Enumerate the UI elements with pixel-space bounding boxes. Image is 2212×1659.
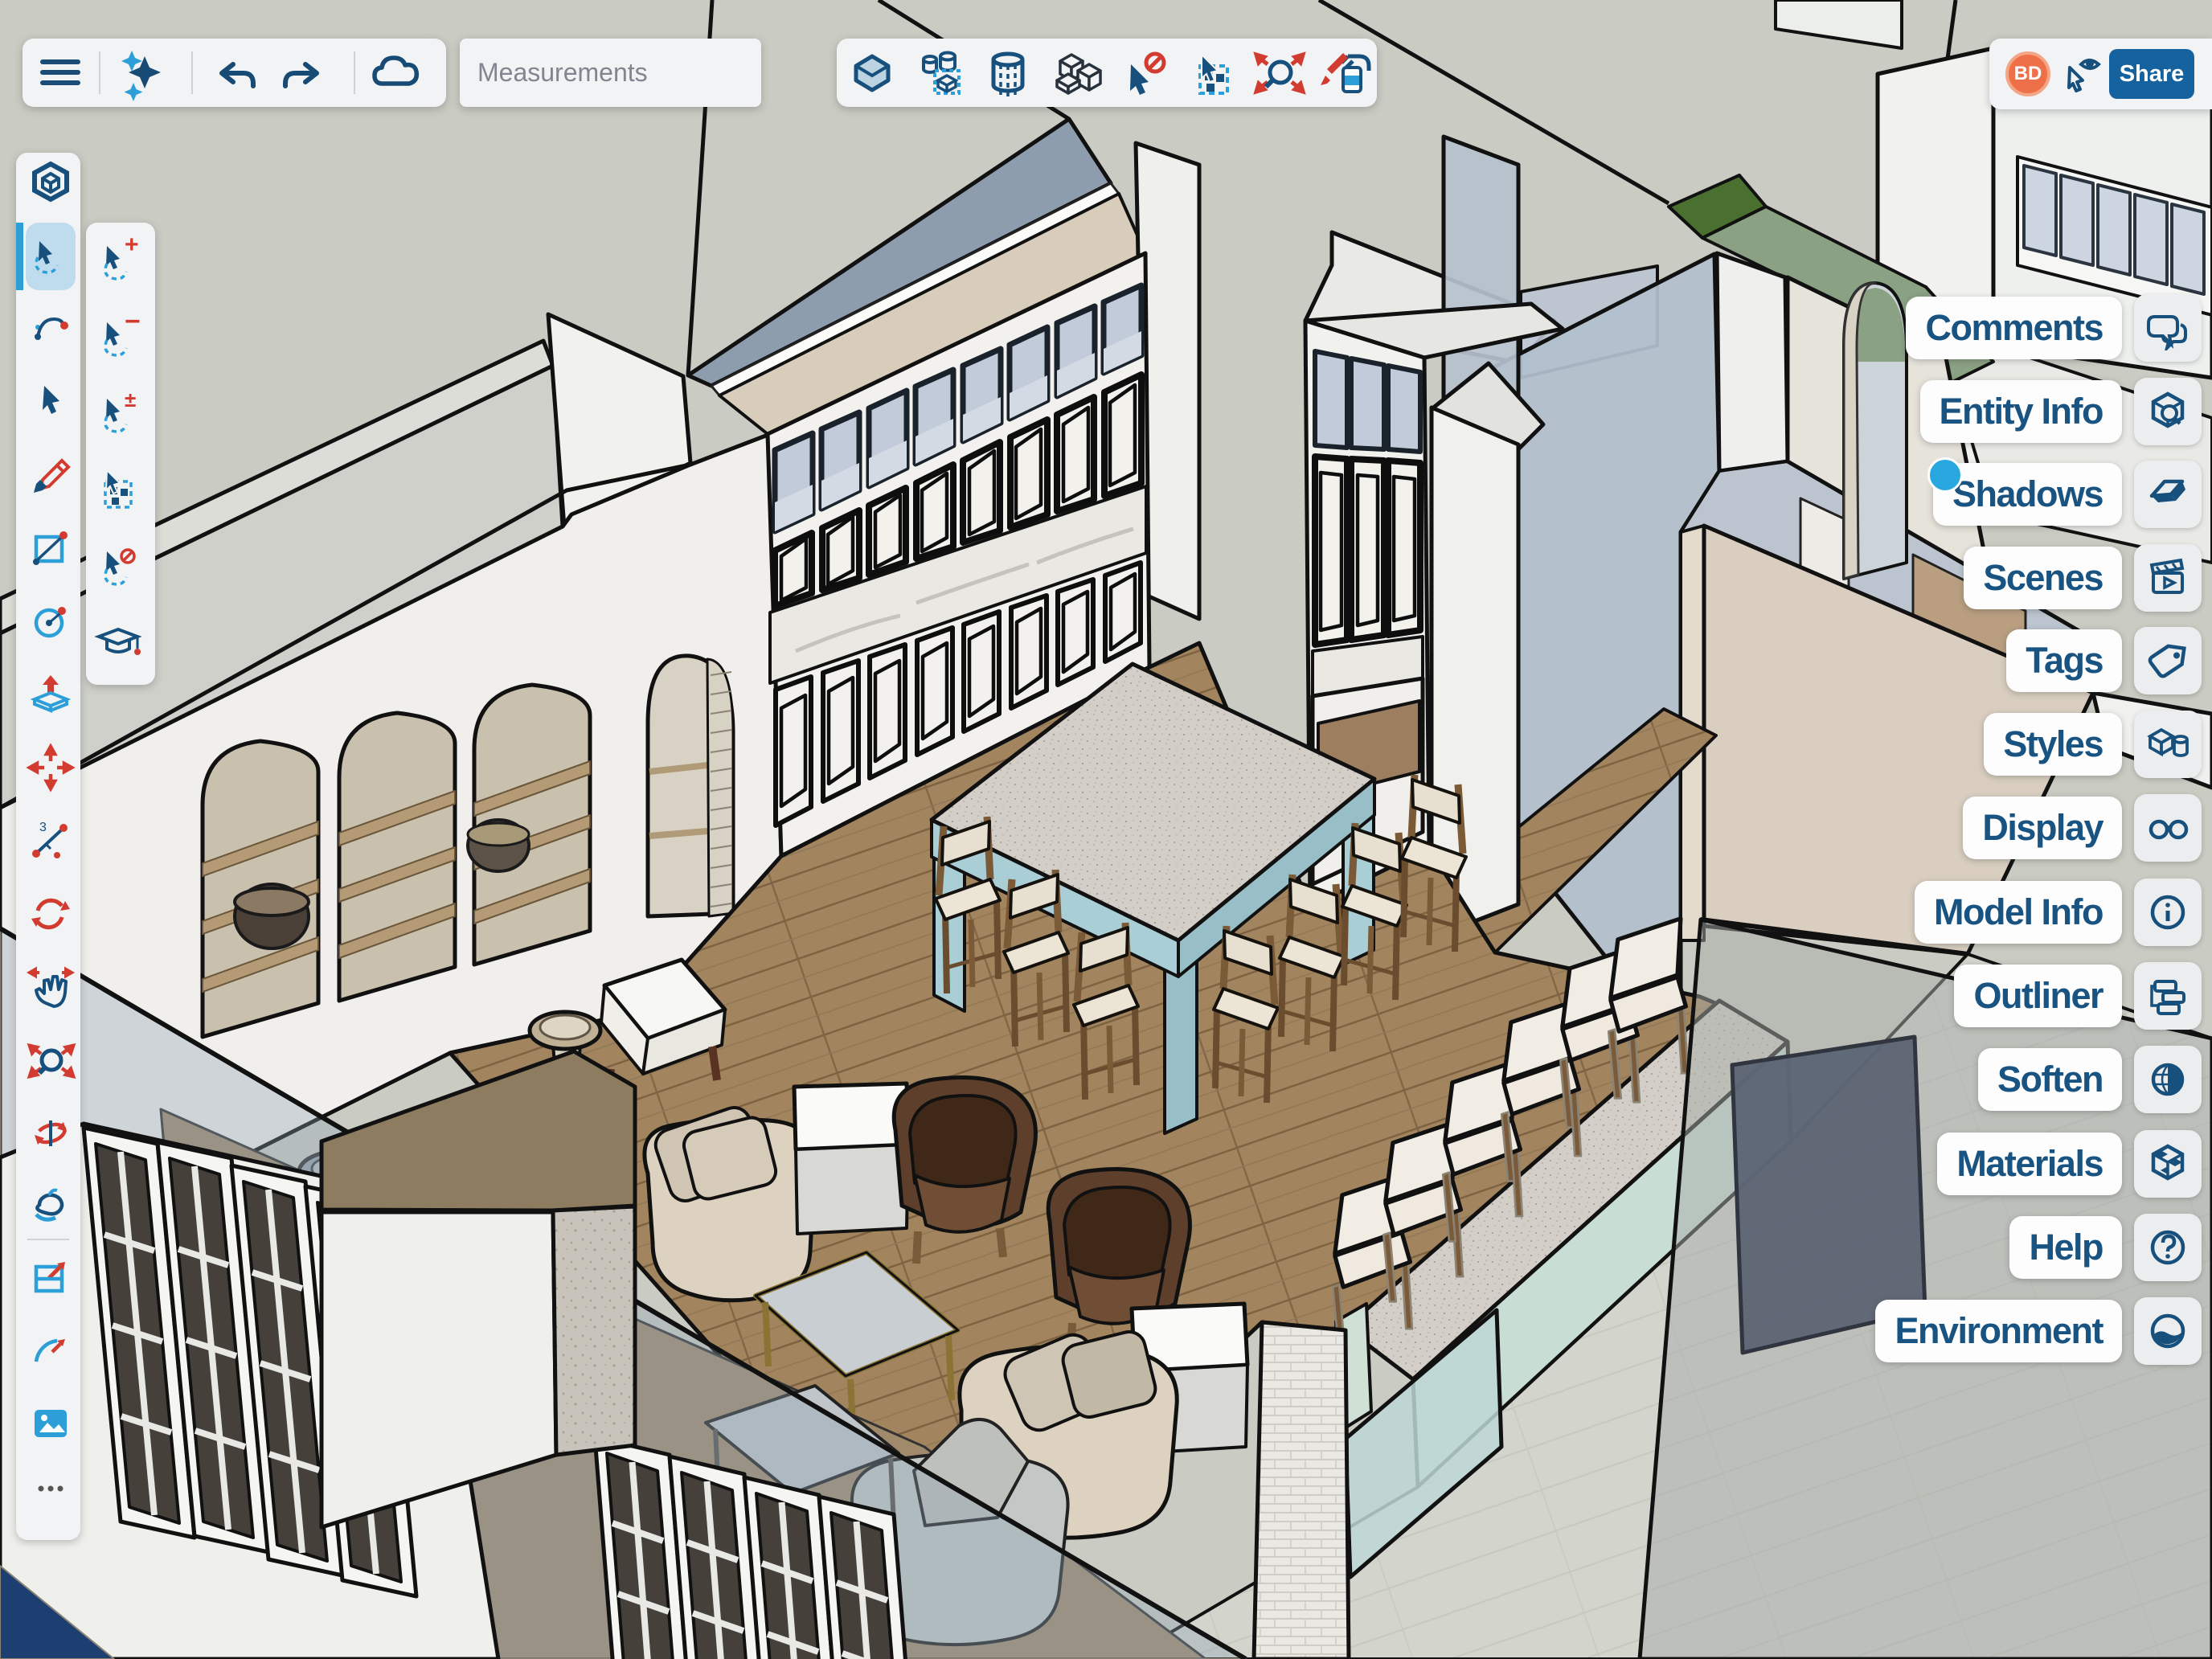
svg-text:3: 3 xyxy=(39,821,47,834)
svg-text:−: − xyxy=(125,306,141,337)
svg-text:±: ± xyxy=(125,387,136,412)
svg-text:+: + xyxy=(125,231,139,258)
